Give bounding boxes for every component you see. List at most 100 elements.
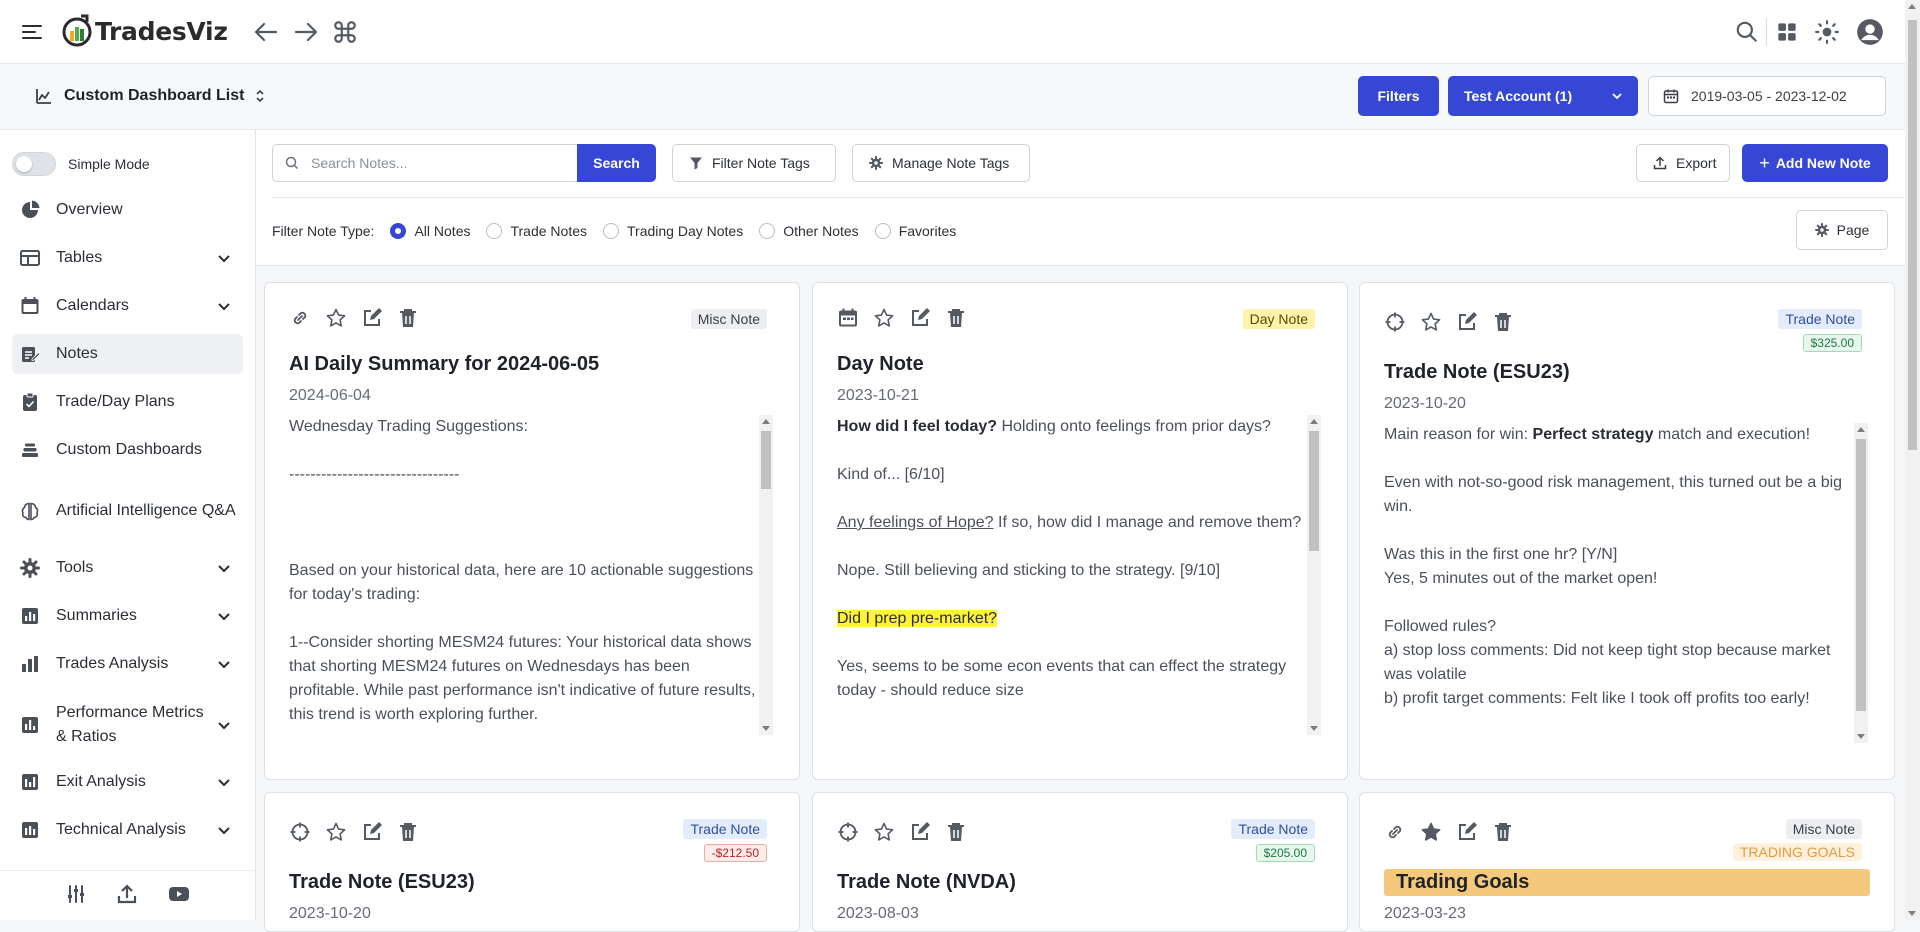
- search-button[interactable]: Search: [577, 144, 656, 182]
- radio-button[interactable]: [486, 223, 503, 239]
- trash-icon[interactable]: [397, 821, 419, 843]
- trash-icon[interactable]: [1492, 311, 1514, 333]
- scroll-thumb[interactable]: [1309, 431, 1319, 551]
- menu-icon[interactable]: [20, 20, 44, 44]
- note-card[interactable]: Trade Note $325.00 Trade Note (ESU23) 20…: [1359, 282, 1895, 780]
- trash-icon[interactable]: [945, 821, 967, 843]
- filters-button[interactable]: Filters: [1358, 76, 1439, 116]
- account-selector[interactable]: Test Account (1): [1448, 76, 1638, 116]
- search-icon: [285, 156, 299, 170]
- link-icon[interactable]: [1384, 821, 1406, 843]
- radio-trade-notes[interactable]: Trade Notes: [486, 223, 587, 239]
- radio-button[interactable]: [603, 223, 619, 239]
- note-title: Trade Note (ESU23): [1384, 361, 1570, 383]
- toolbar-divider: [1766, 18, 1767, 46]
- note-card[interactable]: Trade Note $205.00 Trade Note (NVDA) 202…: [812, 792, 1348, 932]
- scroll-down-arrow[interactable]: [1857, 734, 1865, 739]
- radio-all-notes[interactable]: All Notes: [390, 223, 470, 239]
- scroll-up-arrow[interactable]: [762, 419, 770, 424]
- star-outline-icon[interactable]: [325, 307, 347, 329]
- scroll-up-arrow[interactable]: [1857, 427, 1865, 432]
- note-text: Was this in the first one hr? [Y/N]: [1384, 546, 1618, 563]
- note-scrollbar[interactable]: [1307, 415, 1321, 735]
- sidebar-item-plans[interactable]: Trade/Day Plans: [12, 384, 243, 420]
- trash-icon[interactable]: [945, 307, 967, 329]
- star-outline-icon[interactable]: [873, 307, 895, 329]
- user-avatar-icon[interactable]: [1856, 18, 1884, 46]
- note-scrollbar[interactable]: [759, 415, 773, 735]
- apps-grid-icon[interactable]: [1774, 19, 1800, 45]
- sidebar-item-overview[interactable]: Overview: [12, 192, 243, 228]
- sidebar-item-ai-qa[interactable]: Artificial Intelligence Q&A: [12, 486, 243, 536]
- trash-icon[interactable]: [1492, 821, 1514, 843]
- sidebar-item-performance-metrics[interactable]: Performance Metrics & Ratios: [12, 700, 243, 750]
- upload-icon[interactable]: [116, 883, 138, 905]
- note-card[interactable]: Misc Note TRADING GOALS Trading Goals 20…: [1359, 792, 1895, 932]
- radio-button[interactable]: [390, 223, 407, 239]
- edit-icon[interactable]: [1456, 821, 1478, 843]
- edit-icon[interactable]: [361, 307, 383, 329]
- manage-note-tags-button[interactable]: Manage Note Tags: [852, 144, 1030, 182]
- add-new-note-button[interactable]: + Add New Note: [1742, 144, 1888, 182]
- scroll-down-arrow[interactable]: [1310, 726, 1318, 731]
- note-scrollbar[interactable]: [1854, 423, 1868, 743]
- sidebar-item-trades-analysis[interactable]: Trades Analysis: [12, 646, 243, 682]
- sidebar-item-notes[interactable]: Notes: [12, 334, 243, 374]
- edit-icon[interactable]: [909, 307, 931, 329]
- star-outline-icon[interactable]: [325, 821, 347, 843]
- page-scrollbar[interactable]: [1905, 0, 1920, 920]
- sliders-icon[interactable]: [65, 883, 87, 905]
- search-notes-input[interactable]: Search Notes...: [272, 144, 578, 182]
- edit-icon[interactable]: [909, 821, 931, 843]
- theme-sun-icon[interactable]: [1814, 19, 1840, 45]
- radio-button[interactable]: [759, 223, 776, 239]
- scroll-up-arrow[interactable]: [1908, 4, 1916, 9]
- note-card[interactable]: Trade Note -$212.50 Trade Note (ESU23) 2…: [264, 792, 800, 932]
- search-placeholder: Search Notes...: [311, 155, 408, 171]
- crosshair-icon[interactable]: [289, 821, 311, 843]
- trash-icon[interactable]: [397, 307, 419, 329]
- crosshair-icon[interactable]: [1384, 311, 1406, 333]
- sidebar-item-tools[interactable]: Tools: [12, 550, 243, 586]
- youtube-icon[interactable]: [168, 883, 190, 905]
- scroll-down-arrow[interactable]: [1908, 911, 1916, 916]
- dashboard-selector[interactable]: Custom Dashboard List: [34, 86, 266, 106]
- search-icon[interactable]: [1734, 19, 1760, 45]
- crosshair-icon[interactable]: [837, 821, 859, 843]
- scroll-down-arrow[interactable]: [762, 726, 770, 731]
- sidebar-item-exit-analysis[interactable]: Exit Analysis: [12, 764, 243, 800]
- date-range-picker[interactable]: 2019-03-05 - 2023-12-02: [1648, 76, 1886, 116]
- radio-label: Trade Notes: [510, 223, 587, 239]
- radio-trading-day-notes[interactable]: Trading Day Notes: [603, 223, 743, 239]
- edit-icon[interactable]: [1456, 311, 1478, 333]
- export-button[interactable]: Export: [1636, 144, 1730, 182]
- sidebar-item-custom-dashboards[interactable]: Custom Dashboards: [12, 432, 243, 468]
- forward-arrow-icon[interactable]: [292, 19, 320, 45]
- note-card[interactable]: Day Note Day Note 2023-10-21 How did I f…: [812, 282, 1348, 780]
- filter-note-tags-button[interactable]: Filter Note Tags: [672, 144, 836, 182]
- link-icon[interactable]: [289, 307, 311, 329]
- page-settings-button[interactable]: Page: [1796, 210, 1888, 250]
- scroll-thumb[interactable]: [761, 431, 771, 489]
- star-outline-icon[interactable]: [1420, 311, 1442, 333]
- sidebar-item-technical-analysis[interactable]: Technical Analysis: [12, 812, 243, 848]
- back-arrow-icon[interactable]: [252, 19, 280, 45]
- edit-icon[interactable]: [361, 821, 383, 843]
- star-outline-icon[interactable]: [873, 821, 895, 843]
- sidebar-item-tables[interactable]: Tables: [12, 240, 243, 276]
- radio-button[interactable]: [874, 223, 891, 239]
- sidebar-item-summaries[interactable]: Summaries: [12, 598, 243, 634]
- calendar-icon[interactable]: [837, 307, 859, 329]
- simple-mode-toggle[interactable]: [12, 152, 56, 176]
- star-filled-icon[interactable]: [1420, 821, 1442, 843]
- radio-favorites[interactable]: Favorites: [874, 223, 956, 239]
- scroll-up-arrow[interactable]: [1310, 419, 1318, 424]
- simple-mode-toggle-row[interactable]: Simple Mode: [12, 152, 150, 176]
- note-card[interactable]: Misc Note AI Daily Summary for 2024-06-0…: [264, 282, 800, 780]
- radio-other-notes[interactable]: Other Notes: [759, 223, 859, 239]
- command-icon[interactable]: [332, 19, 360, 45]
- sidebar-item-calendars[interactable]: Calendars: [12, 288, 243, 324]
- scroll-thumb[interactable]: [1856, 439, 1866, 711]
- app-logo[interactable]: TradesViz: [62, 14, 228, 48]
- scroll-thumb[interactable]: [1908, 20, 1917, 450]
